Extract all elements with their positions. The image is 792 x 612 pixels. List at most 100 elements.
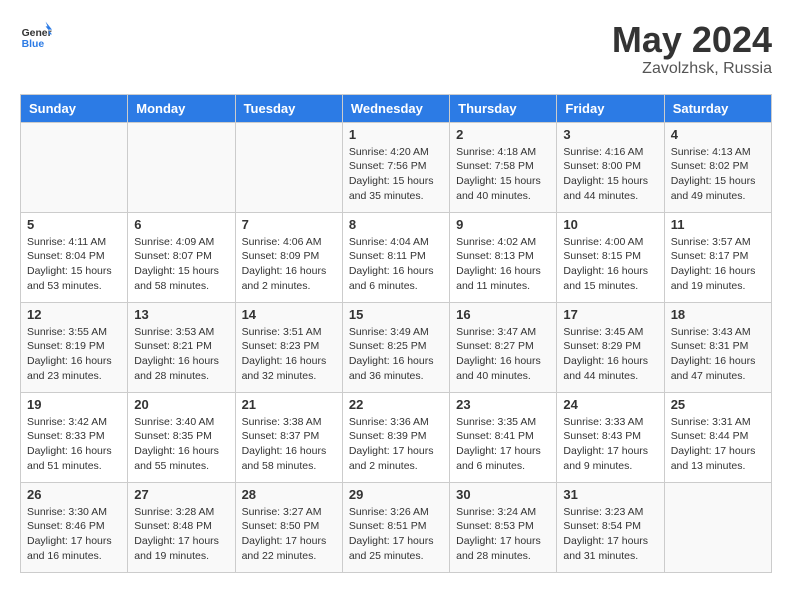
- calendar-day-cell: 28 Sunrise: 3:27 AMSunset: 8:50 PMDayligh…: [235, 482, 342, 572]
- calendar-day-cell: 14Sunrise: 3:51 AMSunset: 8:23 PMDayligh…: [235, 302, 342, 392]
- day-info: Sunrise: 3:28 AMSunset: 8:48 PMDaylight:…: [134, 505, 228, 564]
- calendar-day-cell: 13 Sunrise: 3:53 AMSunset: 8:21 PMDayligh…: [128, 302, 235, 392]
- day-info: Sunrise: 3:36 AMSunset: 8:39 PMDaylight:…: [349, 415, 443, 474]
- calendar-week-row: 26 Sunrise: 3:30 AMSunset: 8:46 PMDayligh…: [21, 482, 772, 572]
- calendar-day-cell: 3 Sunrise: 4:16 AMSunset: 8:00 PMDaylight…: [557, 122, 664, 212]
- calendar-day-cell: 2 Sunrise: 4:18 AMSunset: 7:58 PMDaylight…: [450, 122, 557, 212]
- day-info: Sunrise: 4:13 AMSunset: 8:02 PMDaylight:…: [671, 145, 765, 204]
- calendar-day-cell: 12Sunrise: 3:55 AMSunset: 8:19 PMDayligh…: [21, 302, 128, 392]
- day-number: 24: [563, 397, 657, 412]
- day-number: 27: [134, 487, 228, 502]
- weekday-header-row: SundayMondayTuesdayWednesdayThursdayFrid…: [21, 94, 772, 122]
- calendar-day-cell: 30 Sunrise: 3:24 AMSunset: 8:53 PMDayligh…: [450, 482, 557, 572]
- day-number: 8: [349, 217, 443, 232]
- calendar-day-cell: 23 Sunrise: 3:35 AMSunset: 8:41 PMDayligh…: [450, 392, 557, 482]
- location: Zavolzhsk, Russia: [612, 60, 772, 78]
- calendar-body: 1 Sunrise: 4:20 AMSunset: 7:56 PMDaylight…: [21, 122, 772, 572]
- weekday-header-cell: Friday: [557, 94, 664, 122]
- calendar-day-cell: 31Sunrise: 3:23 AMSunset: 8:54 PMDayligh…: [557, 482, 664, 572]
- calendar-day-cell: 1 Sunrise: 4:20 AMSunset: 7:56 PMDaylight…: [342, 122, 449, 212]
- month-title: May 2024: [612, 20, 772, 60]
- day-number: 1: [349, 127, 443, 142]
- day-number: 19: [27, 397, 121, 412]
- day-number: 3: [563, 127, 657, 142]
- calendar-day-cell: [664, 482, 771, 572]
- day-info: Sunrise: 3:40 AMSunset: 8:35 PMDaylight:…: [134, 415, 228, 474]
- calendar-day-cell: 10Sunrise: 4:00 AMSunset: 8:15 PMDayligh…: [557, 212, 664, 302]
- day-info: Sunrise: 3:45 AMSunset: 8:29 PMDaylight:…: [563, 325, 657, 384]
- calendar-day-cell: 6 Sunrise: 4:09 AMSunset: 8:07 PMDaylight…: [128, 212, 235, 302]
- day-info: Sunrise: 3:53 AMSunset: 8:21 PMDaylight:…: [134, 325, 228, 384]
- day-number: 21: [242, 397, 336, 412]
- day-number: 4: [671, 127, 765, 142]
- weekday-header-cell: Sunday: [21, 94, 128, 122]
- calendar-day-cell: 9 Sunrise: 4:02 AMSunset: 8:13 PMDaylight…: [450, 212, 557, 302]
- calendar-day-cell: 8 Sunrise: 4:04 AMSunset: 8:11 PMDaylight…: [342, 212, 449, 302]
- weekday-header-cell: Tuesday: [235, 94, 342, 122]
- day-number: 6: [134, 217, 228, 232]
- day-number: 10: [563, 217, 657, 232]
- svg-text:General: General: [22, 28, 52, 39]
- calendar-day-cell: 17 Sunrise: 3:45 AMSunset: 8:29 PMDayligh…: [557, 302, 664, 392]
- svg-text:Blue: Blue: [22, 39, 45, 50]
- day-info: Sunrise: 3:42 AMSunset: 8:33 PMDaylight:…: [27, 415, 121, 474]
- day-number: 7: [242, 217, 336, 232]
- weekday-header-cell: Wednesday: [342, 94, 449, 122]
- day-number: 18: [671, 307, 765, 322]
- calendar-day-cell: 25Sunrise: 3:31 AMSunset: 8:44 PMDayligh…: [664, 392, 771, 482]
- day-info: Sunrise: 3:30 AMSunset: 8:46 PMDaylight:…: [27, 505, 121, 564]
- day-number: 29: [349, 487, 443, 502]
- calendar-day-cell: 4 Sunrise: 4:13 AMSunset: 8:02 PMDaylight…: [664, 122, 771, 212]
- day-number: 9: [456, 217, 550, 232]
- title-block: May 2024 Zavolzhsk, Russia: [612, 20, 772, 78]
- day-info: Sunrise: 3:24 AMSunset: 8:53 PMDaylight:…: [456, 505, 550, 564]
- day-number: 15: [349, 307, 443, 322]
- day-info: Sunrise: 3:49 AMSunset: 8:25 PMDaylight:…: [349, 325, 443, 384]
- calendar-day-cell: 5 Sunrise: 4:11 AMSunset: 8:04 PMDaylight…: [21, 212, 128, 302]
- calendar-day-cell: 22Sunrise: 3:36 AMSunset: 8:39 PMDayligh…: [342, 392, 449, 482]
- day-info: Sunrise: 3:43 AMSunset: 8:31 PMDaylight:…: [671, 325, 765, 384]
- day-number: 30: [456, 487, 550, 502]
- day-info: Sunrise: 3:35 AMSunset: 8:41 PMDaylight:…: [456, 415, 550, 474]
- calendar-week-row: 19 Sunrise: 3:42 AMSunset: 8:33 PMDayligh…: [21, 392, 772, 482]
- day-info: Sunrise: 4:18 AMSunset: 7:58 PMDaylight:…: [456, 145, 550, 204]
- calendar-day-cell: 26 Sunrise: 3:30 AMSunset: 8:46 PMDayligh…: [21, 482, 128, 572]
- day-info: Sunrise: 3:38 AMSunset: 8:37 PMDaylight:…: [242, 415, 336, 474]
- logo: General Blue: [20, 20, 52, 52]
- day-number: 23: [456, 397, 550, 412]
- day-number: 2: [456, 127, 550, 142]
- day-info: Sunrise: 4:11 AMSunset: 8:04 PMDaylight:…: [27, 235, 121, 294]
- day-info: Sunrise: 4:20 AMSunset: 7:56 PMDaylight:…: [349, 145, 443, 204]
- calendar-day-cell: [21, 122, 128, 212]
- day-number: 25: [671, 397, 765, 412]
- day-info: Sunrise: 4:09 AMSunset: 8:07 PMDaylight:…: [134, 235, 228, 294]
- day-number: 5: [27, 217, 121, 232]
- calendar-day-cell: 7 Sunrise: 4:06 AMSunset: 8:09 PMDaylight…: [235, 212, 342, 302]
- day-info: Sunrise: 4:06 AMSunset: 8:09 PMDaylight:…: [242, 235, 336, 294]
- calendar-day-cell: 15 Sunrise: 3:49 AMSunset: 8:25 PMDayligh…: [342, 302, 449, 392]
- day-info: Sunrise: 3:57 AMSunset: 8:17 PMDaylight:…: [671, 235, 765, 294]
- calendar-day-cell: 21 Sunrise: 3:38 AMSunset: 8:37 PMDayligh…: [235, 392, 342, 482]
- page-header: General Blue May 2024 Zavolzhsk, Russia: [20, 20, 772, 78]
- calendar-week-row: 12Sunrise: 3:55 AMSunset: 8:19 PMDayligh…: [21, 302, 772, 392]
- calendar-day-cell: [235, 122, 342, 212]
- day-number: 28: [242, 487, 336, 502]
- calendar-week-row: 1 Sunrise: 4:20 AMSunset: 7:56 PMDaylight…: [21, 122, 772, 212]
- day-info: Sunrise: 3:51 AMSunset: 8:23 PMDaylight:…: [242, 325, 336, 384]
- calendar-day-cell: 18 Sunrise: 3:43 AMSunset: 8:31 PMDayligh…: [664, 302, 771, 392]
- day-number: 17: [563, 307, 657, 322]
- day-number: 13: [134, 307, 228, 322]
- day-info: Sunrise: 4:02 AMSunset: 8:13 PMDaylight:…: [456, 235, 550, 294]
- calendar-day-cell: 24Sunrise: 3:33 AMSunset: 8:43 PMDayligh…: [557, 392, 664, 482]
- day-number: 16: [456, 307, 550, 322]
- calendar-day-cell: [128, 122, 235, 212]
- day-info: Sunrise: 4:04 AMSunset: 8:11 PMDaylight:…: [349, 235, 443, 294]
- day-info: Sunrise: 3:27 AMSunset: 8:50 PMDaylight:…: [242, 505, 336, 564]
- day-number: 26: [27, 487, 121, 502]
- day-number: 11: [671, 217, 765, 232]
- day-info: Sunrise: 3:55 AMSunset: 8:19 PMDaylight:…: [27, 325, 121, 384]
- day-info: Sunrise: 4:16 AMSunset: 8:00 PMDaylight:…: [563, 145, 657, 204]
- calendar-day-cell: 19 Sunrise: 3:42 AMSunset: 8:33 PMDayligh…: [21, 392, 128, 482]
- day-info: Sunrise: 3:47 AMSunset: 8:27 PMDaylight:…: [456, 325, 550, 384]
- weekday-header-cell: Monday: [128, 94, 235, 122]
